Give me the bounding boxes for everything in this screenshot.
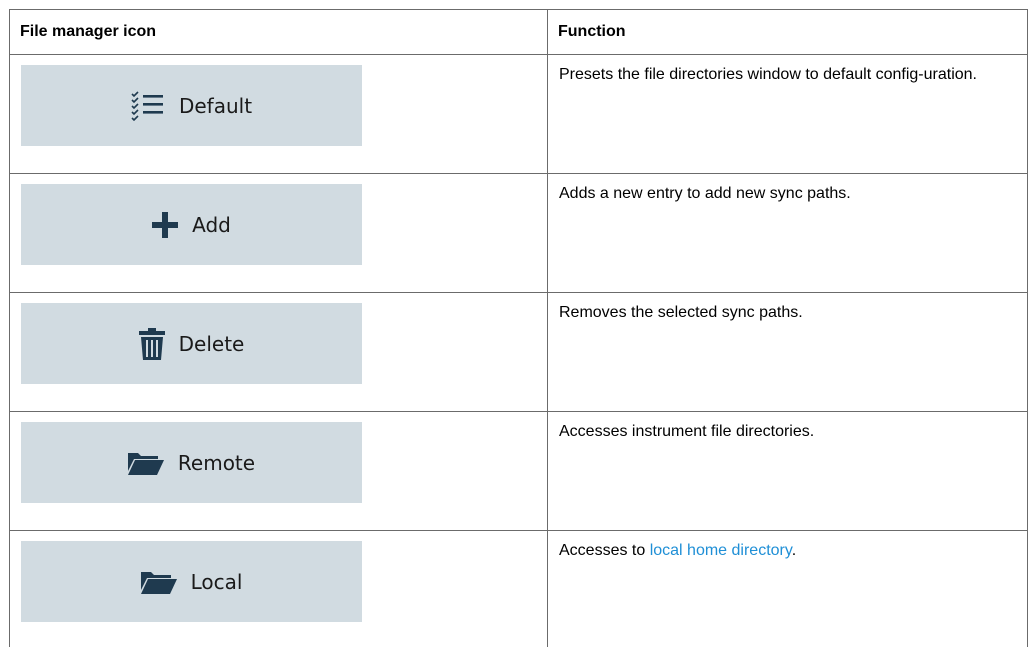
desc-suffix: . — [792, 542, 796, 559]
delete-label: Delete — [179, 332, 245, 356]
add-label: Add — [192, 213, 231, 237]
function-description: Removes the selected sync paths. — [548, 293, 1028, 412]
table-row: Default Presets the file directories win… — [10, 55, 1028, 174]
plus-icon — [152, 212, 178, 238]
desc-prefix: Accesses to — [559, 542, 650, 559]
function-description: Adds a new entry to add new sync paths. — [548, 174, 1028, 293]
icon-cell: Default — [10, 55, 548, 174]
table-row: Add Adds a new entry to add new sync pat… — [10, 174, 1028, 293]
default-label: Default — [179, 94, 252, 118]
remote-button[interactable]: Remote — [21, 422, 362, 503]
header-row: File manager icon Function — [10, 10, 1028, 55]
icon-cell: Delete — [10, 293, 548, 412]
default-button[interactable]: Default — [21, 65, 362, 146]
table-row: Remote Accesses instrument file director… — [10, 412, 1028, 531]
add-button[interactable]: Add — [21, 184, 362, 265]
header-function: Function — [548, 10, 1028, 55]
header-file-manager-icon: File manager icon — [10, 10, 548, 55]
remote-label: Remote — [178, 451, 255, 475]
delete-button[interactable]: Delete — [21, 303, 362, 384]
folder-icon — [141, 570, 177, 594]
icon-cell: Add — [10, 174, 548, 293]
checklist-icon — [131, 91, 165, 121]
trash-icon — [139, 328, 165, 360]
folder-icon — [128, 451, 164, 475]
function-description: Accesses instrument file directories. — [548, 412, 1028, 531]
table-row: Delete Removes the selected sync paths. — [10, 293, 1028, 412]
file-manager-icon-table: File manager icon Function — [9, 9, 1028, 647]
local-label: Local — [191, 570, 243, 594]
function-description: Presets the file directories window to d… — [548, 55, 1028, 174]
local-button[interactable]: Local — [21, 541, 362, 622]
icon-cell: Remote — [10, 412, 548, 531]
local-home-directory-link[interactable]: local home directory — [650, 542, 792, 559]
